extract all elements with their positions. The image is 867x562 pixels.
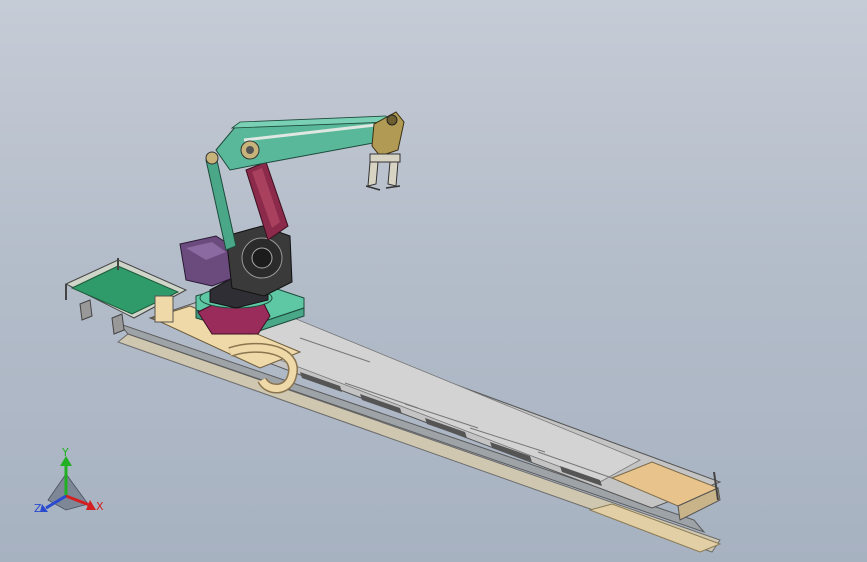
triad-z-label: Z bbox=[34, 502, 42, 515]
orientation-triad[interactable]: Y X Z bbox=[0, 0, 867, 562]
triad-y-label: Y bbox=[61, 446, 69, 459]
triad-x-label: X bbox=[96, 500, 104, 513]
cad-graphics-viewport[interactable]: Y X Z bbox=[0, 0, 867, 562]
